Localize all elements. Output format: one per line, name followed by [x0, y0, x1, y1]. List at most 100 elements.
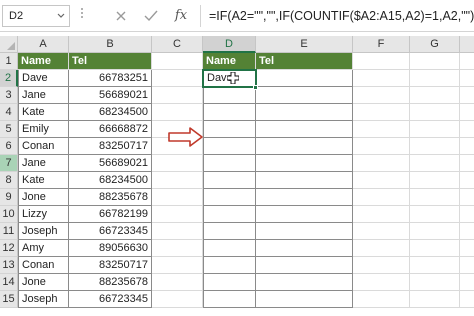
cell-g2[interactable]	[410, 70, 460, 87]
cell-a4[interactable]: Kate	[18, 104, 69, 121]
cell-d1[interactable]: Name	[203, 53, 256, 70]
column-header-d[interactable]: D	[203, 36, 256, 53]
cell-a7[interactable]: Jane	[18, 155, 69, 172]
cell-f6[interactable]	[353, 138, 410, 155]
cell-e10[interactable]	[256, 206, 353, 223]
row-header-6[interactable]: 6	[0, 138, 18, 155]
column-header-a[interactable]: A	[18, 36, 69, 53]
cell-e15[interactable]	[256, 291, 353, 308]
cell-c9[interactable]	[152, 189, 203, 206]
cell-f1[interactable]	[353, 53, 410, 70]
cell-e3[interactable]	[256, 87, 353, 104]
row-header-4[interactable]: 4	[0, 104, 18, 121]
cell-h11[interactable]	[460, 223, 474, 240]
cell-c13[interactable]	[152, 257, 203, 274]
cell-g7[interactable]	[410, 155, 460, 172]
cell-e11[interactable]	[256, 223, 353, 240]
cell-h14[interactable]	[460, 274, 474, 291]
cell-d9[interactable]	[203, 189, 256, 206]
cell-f15[interactable]	[353, 291, 410, 308]
cell-c1[interactable]	[152, 53, 203, 70]
cell-h3[interactable]	[460, 87, 474, 104]
row-header-7[interactable]: 7	[0, 155, 18, 172]
cell-e8[interactable]	[256, 172, 353, 189]
row-header-13[interactable]: 13	[0, 257, 18, 274]
row-header-1[interactable]: 1	[0, 53, 18, 70]
cell-e7[interactable]	[256, 155, 353, 172]
cell-d12[interactable]	[203, 240, 256, 257]
cell-e13[interactable]	[256, 257, 353, 274]
cell-g6[interactable]	[410, 138, 460, 155]
cell-f7[interactable]	[353, 155, 410, 172]
cell-d13[interactable]	[203, 257, 256, 274]
cell-f3[interactable]	[353, 87, 410, 104]
cell-h2[interactable]	[460, 70, 474, 87]
cell-e12[interactable]	[256, 240, 353, 257]
cell-a1[interactable]: Name	[18, 53, 69, 70]
cell-a10[interactable]: Lizzy	[18, 206, 69, 223]
cell-b12[interactable]: 89056630	[69, 240, 152, 257]
row-header-10[interactable]: 10	[0, 206, 18, 223]
cell-h8[interactable]	[460, 172, 474, 189]
cell-d10[interactable]	[203, 206, 256, 223]
cell-b10[interactable]: 66782199	[69, 206, 152, 223]
cell-g14[interactable]	[410, 274, 460, 291]
cell-b13[interactable]: 83250717	[69, 257, 152, 274]
cell-b4[interactable]: 68234500	[69, 104, 152, 121]
cell-d3[interactable]	[203, 87, 256, 104]
cell-f8[interactable]	[353, 172, 410, 189]
column-header-b[interactable]: B	[69, 36, 152, 53]
cell-e5[interactable]	[256, 121, 353, 138]
chevron-down-icon[interactable]	[56, 9, 66, 23]
cell-e9[interactable]	[256, 189, 353, 206]
cell-a9[interactable]: Jone	[18, 189, 69, 206]
cell-h1[interactable]	[460, 53, 474, 70]
cell-c3[interactable]	[152, 87, 203, 104]
cell-c10[interactable]	[152, 206, 203, 223]
cell-a2[interactable]: Dave	[18, 70, 69, 87]
row-header-8[interactable]: 8	[0, 172, 18, 189]
row-header-12[interactable]: 12	[0, 240, 18, 257]
row-header-3[interactable]: 3	[0, 87, 18, 104]
cell-c2[interactable]	[152, 70, 203, 87]
cell-e4[interactable]	[256, 104, 353, 121]
cell-b9[interactable]: 88235678	[69, 189, 152, 206]
row-header-9[interactable]: 9	[0, 189, 18, 206]
cell-h13[interactable]	[460, 257, 474, 274]
cell-d15[interactable]	[203, 291, 256, 308]
cell-g12[interactable]	[410, 240, 460, 257]
cell-h5[interactable]	[460, 121, 474, 138]
cell-d6[interactable]	[203, 138, 256, 155]
cell-c4[interactable]	[152, 104, 203, 121]
cell-h10[interactable]	[460, 206, 474, 223]
cell-f14[interactable]	[353, 274, 410, 291]
row-header-11[interactable]: 11	[0, 223, 18, 240]
cell-a8[interactable]: Kate	[18, 172, 69, 189]
cell-g15[interactable]	[410, 291, 460, 308]
name-box[interactable]: D2	[2, 5, 70, 27]
cell-d11[interactable]	[203, 223, 256, 240]
row-header-5[interactable]: 5	[0, 121, 18, 138]
cell-b8[interactable]: 68234500	[69, 172, 152, 189]
column-header-g[interactable]: G	[410, 36, 460, 53]
cell-a13[interactable]: Conan	[18, 257, 69, 274]
cell-h15[interactable]	[460, 291, 474, 308]
cell-f2[interactable]	[353, 70, 410, 87]
row-header-14[interactable]: 14	[0, 274, 18, 291]
cell-f10[interactable]	[353, 206, 410, 223]
cell-c12[interactable]	[152, 240, 203, 257]
cell-g3[interactable]	[410, 87, 460, 104]
cell-g13[interactable]	[410, 257, 460, 274]
cell-h7[interactable]	[460, 155, 474, 172]
cell-a15[interactable]: Joseph	[18, 291, 69, 308]
cell-c15[interactable]	[152, 291, 203, 308]
cell-c14[interactable]	[152, 274, 203, 291]
cell-a6[interactable]: Conan	[18, 138, 69, 155]
cell-b2[interactable]: 66783251	[69, 70, 152, 87]
cell-c8[interactable]	[152, 172, 203, 189]
cell-h4[interactable]	[460, 104, 474, 121]
cell-g10[interactable]	[410, 206, 460, 223]
cell-d14[interactable]	[203, 274, 256, 291]
cell-a11[interactable]: Joseph	[18, 223, 69, 240]
cell-g8[interactable]	[410, 172, 460, 189]
